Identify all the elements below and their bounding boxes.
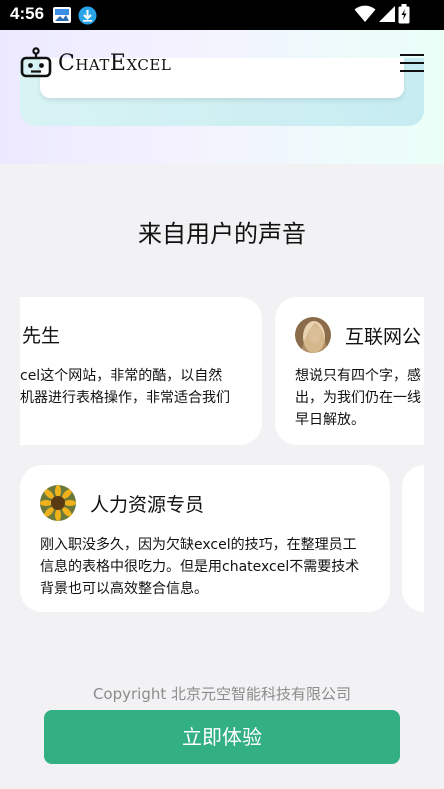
avatar	[295, 317, 331, 353]
app-header: ChatExcel	[0, 30, 444, 98]
testimonial-card: 人力资源专员 刚入职没多久，因为欠缺excel的技巧，在整理员工 信息的表格中很…	[20, 465, 390, 612]
status-bar: 4:56	[0, 0, 444, 30]
download-icon	[78, 6, 97, 25]
testimonial-name: 人力资源专员	[90, 494, 205, 516]
testimonial-card: 先生 cel这个网站，非常的酷，以自然 机器进行表格操作，非常适合我们	[20, 297, 262, 445]
testimonial-card: 互联网公 想说只有四个字，感 出，为我们仍在一线 早日解放。	[275, 297, 424, 445]
avatar	[40, 485, 76, 521]
testimonial-text: 刚入职没多久，因为欠缺excel的技巧，在整理员工 信息的表格中很吃力。但是用c…	[40, 537, 360, 597]
section-title: 来自用户的声音	[138, 220, 306, 248]
wifi-icon	[354, 5, 376, 22]
testimonial-name: 先生	[22, 325, 61, 347]
testimonial-text: cel这个网站，非常的酷，以自然 机器进行表格操作，非常适合我们	[20, 368, 230, 406]
gallery-icon	[53, 7, 71, 23]
testimonial-carousel-1[interactable]: 先生 cel这个网站，非常的酷，以自然 机器进行表格操作，非常适合我们 互联网公…	[20, 297, 424, 445]
signal-icon	[379, 6, 395, 22]
copyright-text: Copyright 北京元空智能科技有限公司	[92, 685, 352, 703]
brand-name: ChatExcel	[58, 51, 172, 76]
battery-icon	[398, 4, 410, 24]
testimonial-name: 互联网公	[345, 326, 422, 348]
testimonial-carousel-2[interactable]: 人力资源专员 刚入职没多久，因为欠缺excel的技巧，在整理员工 信息的表格中很…	[20, 465, 424, 613]
testimonial-card	[402, 465, 424, 612]
robot-logo-icon	[20, 47, 52, 78]
menu-button[interactable]	[398, 52, 426, 74]
status-time: 4:56	[10, 4, 45, 23]
try-now-button[interactable]: 立即体验	[44, 710, 400, 764]
menu-icon	[400, 54, 424, 56]
testimonial-text: 想说只有四个字，感 出，为我们仍在一线 早日解放。	[295, 368, 421, 428]
